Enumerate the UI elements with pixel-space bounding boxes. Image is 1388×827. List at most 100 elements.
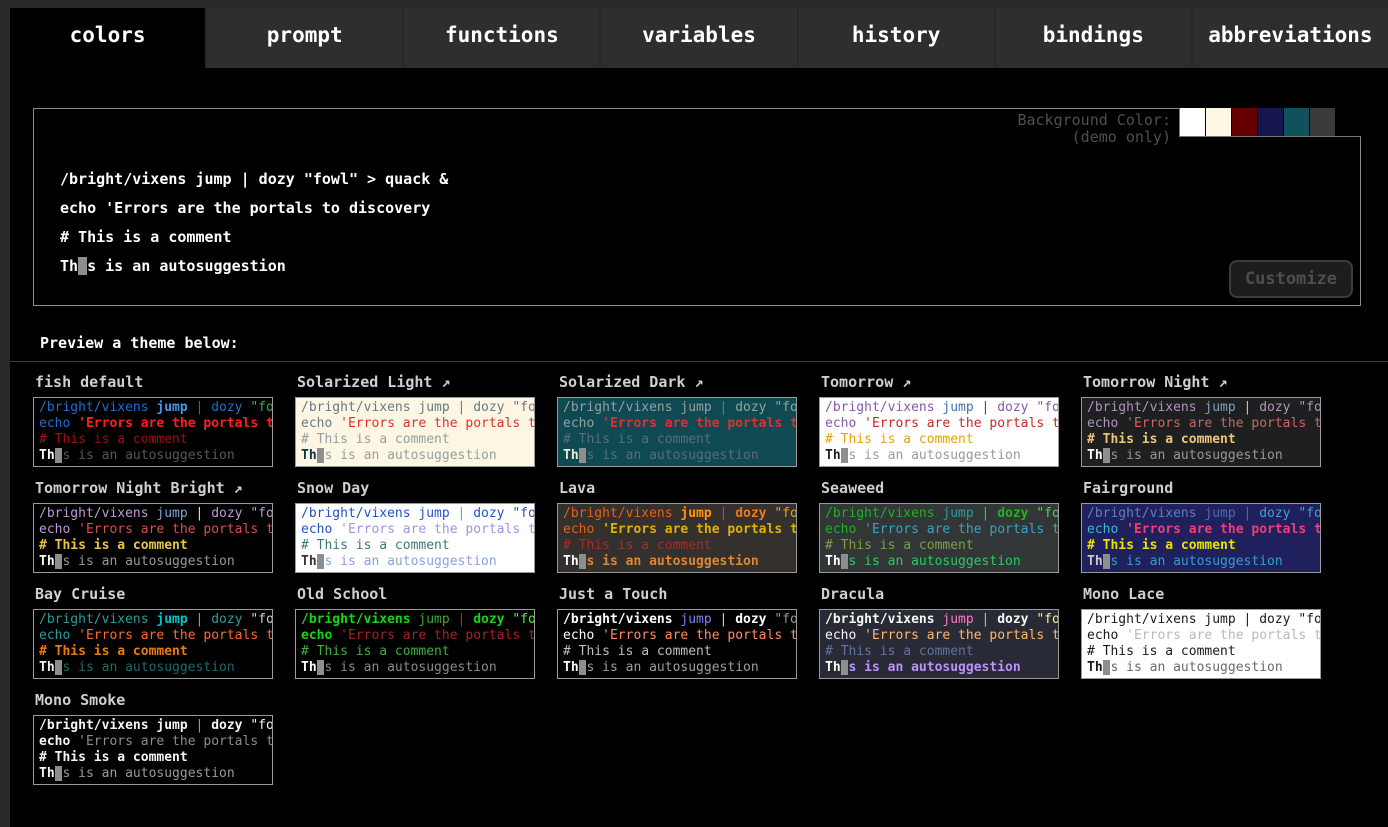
- theme-preview-box[interactable]: /bright/vixens jump | dozy "fowl" > quac…: [295, 609, 535, 679]
- theme-preview-box[interactable]: /bright/vixens jump | dozy "fowl" > quac…: [819, 397, 1059, 467]
- theme-preview-box[interactable]: /bright/vixens jump | dozy "fowl" > quac…: [557, 609, 797, 679]
- bg-swatch[interactable]: [1310, 108, 1335, 136]
- theme-title: Just a Touch: [559, 585, 797, 604]
- theme-preview-box[interactable]: /bright/vixens jump | dozy "fowl" > quac…: [33, 715, 273, 785]
- theme-preview-box[interactable]: /bright/vixens jump | dozy "fowl" > quac…: [1081, 503, 1321, 573]
- theme-preview-box[interactable]: /bright/vixens jump | dozy "fowl" > quac…: [33, 503, 273, 573]
- terminal-line: /bright/vixens jump | dozy "fowl" > quac…: [60, 165, 1360, 194]
- terminal-line: This is an autosuggestion: [39, 448, 267, 464]
- theme-card[interactable]: Fairground/bright/vixens jump | dozy "fo…: [1081, 479, 1321, 573]
- terminal-line: /bright/vixens jump | dozy "fowl" > quac…: [1087, 506, 1315, 522]
- bg-swatch[interactable]: [1284, 108, 1309, 136]
- theme-preview-box[interactable]: /bright/vixens jump | dozy "fowl" > quac…: [819, 609, 1059, 679]
- theme-preview-box[interactable]: /bright/vixens jump | dozy "fowl" > quac…: [33, 609, 273, 679]
- theme-card[interactable]: Tomorrow Night Bright ↗/bright/vixens ju…: [33, 479, 273, 573]
- tab-functions[interactable]: functions: [404, 8, 599, 68]
- terminal-line: This is an autosuggestion: [1087, 448, 1315, 464]
- theme-title: Tomorrow Night ↗: [1083, 373, 1321, 392]
- theme-preview-box[interactable]: /bright/vixens jump | dozy "fowl" > quac…: [33, 397, 273, 467]
- bg-swatch[interactable]: [1258, 108, 1283, 136]
- terminal-line: This is an autosuggestion: [825, 660, 1053, 676]
- terminal-line: This is an autosuggestion: [563, 448, 791, 464]
- theme-card[interactable]: Solarized Dark ↗/bright/vixens jump | do…: [557, 373, 797, 467]
- tab-bindings[interactable]: bindings: [996, 8, 1191, 68]
- terminal-line: /bright/vixens jump | dozy "fowl" > quac…: [301, 506, 529, 522]
- theme-card[interactable]: fish default/bright/vixens jump | dozy "…: [33, 373, 273, 467]
- terminal-line: echo 'Errors are the portals to discover…: [301, 522, 529, 538]
- theme-card[interactable]: Tomorrow Night ↗ /bright/vixens jump | do…: [1081, 373, 1321, 467]
- theme-title: Mono Lace: [1083, 585, 1321, 604]
- theme-title: Lava: [559, 479, 797, 498]
- tab-prompt[interactable]: prompt: [207, 8, 402, 68]
- bg-swatch[interactable]: [1180, 108, 1205, 136]
- theme-title: fish default: [35, 373, 273, 392]
- terminal-line: This is an autosuggestion: [563, 554, 791, 570]
- tab-abbreviations[interactable]: abbreviations: [1193, 8, 1388, 68]
- terminal-line: # This is a comment: [825, 644, 1053, 660]
- terminal-line: echo 'Errors are the portals to discover…: [39, 416, 267, 432]
- terminal-line: /bright/vixens jump | dozy "fowl" > quac…: [1087, 400, 1315, 416]
- terminal-line: # This is a comment: [563, 538, 791, 554]
- tab-bar: colors prompt functions variables histor…: [0, 0, 1388, 68]
- theme-preview-box[interactable]: /bright/vixens jump | dozy "fowl" > quac…: [557, 503, 797, 573]
- theme-card[interactable]: Bay Cruise/bright/vixens jump | dozy "fo…: [33, 585, 273, 679]
- theme-card[interactable]: Seaweed/bright/vixens jump | dozy "fowl"…: [819, 479, 1059, 573]
- terminal-line: echo 'Errors are the portals to discover…: [39, 734, 267, 750]
- theme-preview-box[interactable]: /bright/vixens jump | dozy "fowl" > quac…: [1081, 609, 1321, 679]
- theme-card[interactable]: Just a Touch/bright/vixens jump | dozy "…: [557, 585, 797, 679]
- background-color-swatches: [1179, 108, 1361, 137]
- theme-card[interactable]: Mono Lace/bright/vixens jump | dozy "fow…: [1081, 585, 1321, 679]
- tab-colors[interactable]: colors: [10, 8, 205, 68]
- theme-card[interactable]: Snow Day/bright/vixens jump | dozy "fowl…: [295, 479, 535, 573]
- theme-title: Solarized Light ↗: [297, 373, 535, 392]
- terminal-line: # This is a comment: [1087, 644, 1315, 660]
- theme-preview-box[interactable]: /bright/vixens jump | dozy "fowl" > quac…: [295, 503, 535, 573]
- theme-card[interactable]: Dracula/bright/vixens jump | dozy "fowl"…: [819, 585, 1059, 679]
- terminal-line: echo 'Errors are the portals to discover…: [1087, 628, 1315, 644]
- terminal-line: # This is a comment: [39, 644, 267, 660]
- themes-heading: Preview a theme below:: [40, 334, 1388, 352]
- terminal-line: /bright/vixens jump | dozy "fowl" > quac…: [39, 400, 267, 416]
- theme-preview-box[interactable]: /bright/vixens jump | dozy "fowl" > quac…: [557, 397, 797, 467]
- terminal-line: This is an autosuggestion: [39, 554, 267, 570]
- terminal-line: # This is a comment: [39, 538, 267, 554]
- terminal-line: /bright/vixens jump | dozy "fowl" > quac…: [825, 612, 1053, 628]
- terminal-line: echo 'Errors are the portals to discover…: [825, 416, 1053, 432]
- terminal-line: echo 'Errors are the portals to discover…: [301, 628, 529, 644]
- theme-preview-box[interactable]: /bright/vixens jump | dozy "fowl" > quac…: [819, 503, 1059, 573]
- terminal-line: /bright/vixens jump | dozy "fowl" > quac…: [1087, 612, 1315, 628]
- terminal-line: This is an autosuggestion: [39, 660, 267, 676]
- terminal-line: # This is a comment: [563, 432, 791, 448]
- terminal-line: /bright/vixens jump | dozy "fowl" > quac…: [39, 612, 267, 628]
- terminal-line: This is an autosuggestion: [301, 554, 529, 570]
- bg-swatch[interactable]: [1206, 108, 1231, 136]
- terminal-line: /bright/vixens jump | dozy "fowl" > quac…: [825, 400, 1053, 416]
- theme-card[interactable]: Solarized Light ↗ /bright/vixens jump | d…: [295, 373, 535, 467]
- tab-history[interactable]: history: [799, 8, 994, 68]
- tab-variables[interactable]: variables: [601, 8, 796, 68]
- theme-card[interactable]: Lava/bright/vixens jump | dozy "fowl" > …: [557, 479, 797, 573]
- terminal-line: # This is a comment: [563, 644, 791, 660]
- theme-title: Snow Day: [297, 479, 535, 498]
- bg-swatch[interactable]: [1336, 108, 1361, 136]
- terminal-line: This is an autosuggestion: [563, 660, 791, 676]
- terminal-line: echo 'Errors are the portals to discover…: [1087, 522, 1315, 538]
- theme-title: Mono Smoke: [35, 691, 273, 710]
- theme-preview-box[interactable]: /bright/vixens jump | dozy "fowl" > quac…: [295, 397, 535, 467]
- terminal-line: # This is a comment: [301, 538, 529, 554]
- background-color-picker: Background Color: (demo only): [1017, 108, 1361, 146]
- terminal-line: /bright/vixens jump | dozy "fowl" > quac…: [563, 400, 791, 416]
- terminal-line: echo 'Errors are the portals to discover…: [825, 522, 1053, 538]
- terminal-line: echo 'Errors are the portals to discover…: [39, 628, 267, 644]
- theme-preview-box[interactable]: /bright/vixens jump | dozy "fowl" > quac…: [1081, 397, 1321, 467]
- theme-title: Dracula: [821, 585, 1059, 604]
- theme-card[interactable]: Mono Smoke/bright/vixens jump | dozy "fo…: [33, 691, 273, 785]
- terminal-line: /bright/vixens jump | dozy "fowl" > quac…: [39, 718, 267, 734]
- theme-card[interactable]: Old School/bright/vixens jump | dozy "fo…: [295, 585, 535, 679]
- terminal-line: echo 'Errors are the portals to discover…: [39, 522, 267, 538]
- theme-card[interactable]: Tomorrow ↗/bright/vixens jump | dozy "fo…: [819, 373, 1059, 467]
- bg-swatch[interactable]: [1232, 108, 1257, 136]
- colors-tab-panel: Background Color: (demo only) /bright/vi…: [10, 68, 1388, 827]
- customize-button[interactable]: Customize: [1229, 260, 1353, 298]
- terminal-line: /bright/vixens jump | dozy "fowl" > quac…: [563, 612, 791, 628]
